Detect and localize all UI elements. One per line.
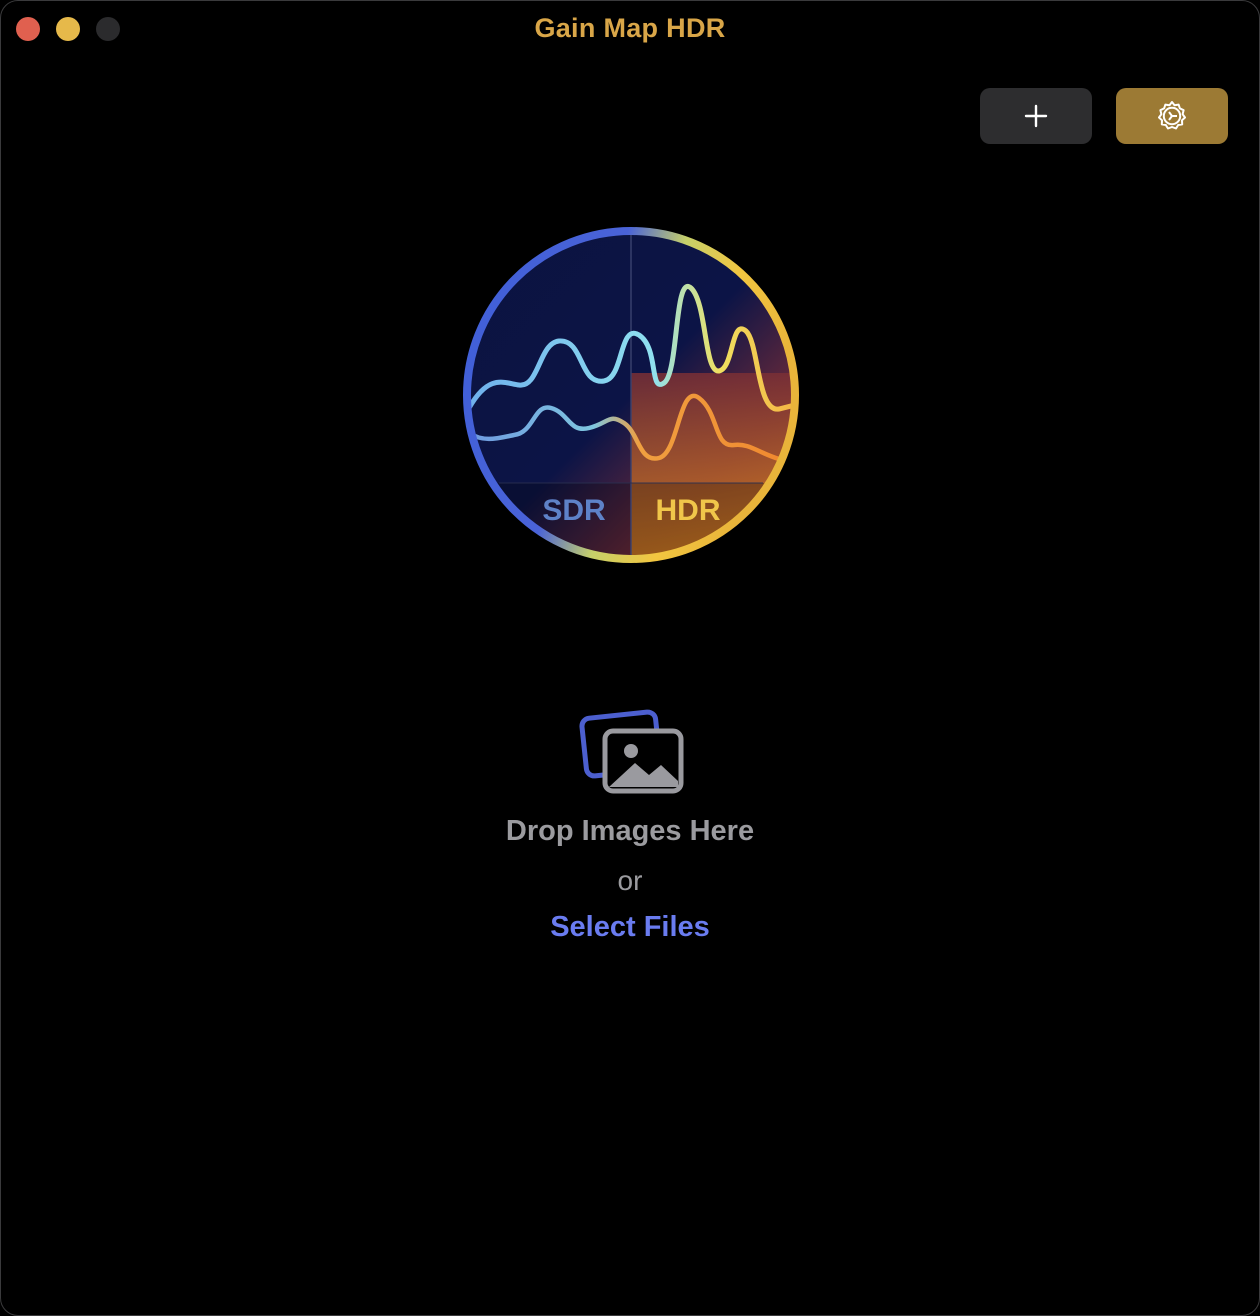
drop-images-title: Drop Images Here <box>505 815 755 847</box>
settings-button[interactable] <box>1116 88 1228 144</box>
window-title: Gain Map HDR <box>534 13 726 43</box>
or-text: or <box>617 865 643 896</box>
app-logo: SDR HDR <box>463 227 799 563</box>
app-window: Gain Map HDR SDR HDR Drop Images Here or… <box>0 0 1260 1316</box>
gear-icon <box>1158 101 1186 130</box>
photos-icon <box>579 709 684 794</box>
add-button[interactable] <box>980 88 1092 144</box>
hdr-label: HDR <box>656 494 721 527</box>
plus-icon <box>1024 104 1048 128</box>
sdr-label: SDR <box>542 494 606 527</box>
select-files-link[interactable]: Select Files <box>530 911 730 944</box>
